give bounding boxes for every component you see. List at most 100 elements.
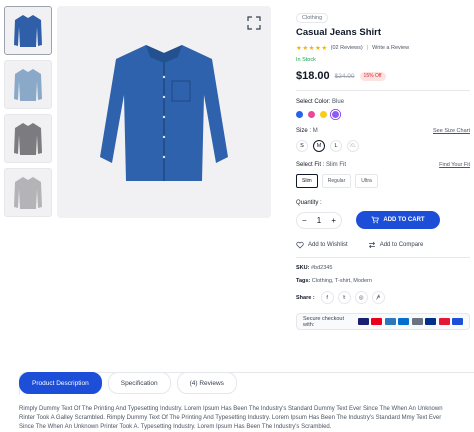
fit-option-regular[interactable]: Regular: [321, 174, 352, 188]
color-swatch-pink[interactable]: [308, 111, 315, 118]
shirt-icon: [14, 122, 42, 155]
fit-options: Slim Regular Ultra: [296, 174, 470, 188]
facebook-icon[interactable]: f: [320, 291, 334, 304]
decrement-button[interactable]: −: [302, 216, 307, 225]
tab-product-description[interactable]: Product Description: [19, 372, 102, 394]
checkout-label: Secure checkout with:: [303, 315, 344, 328]
size-label: Size :: [296, 128, 312, 134]
payment-icons: [355, 318, 463, 325]
unionpay-icon: [438, 318, 450, 325]
description-line: Since The When An Unknown Printer Took A…: [19, 424, 332, 430]
size-option-m[interactable]: M: [313, 140, 325, 152]
discount-badge: 15% Off: [359, 71, 386, 81]
review-count[interactable]: (02 Reviews): [331, 45, 363, 51]
share-row: Share : f 𝕥 ◎ 𝓅: [296, 291, 470, 304]
category-badge[interactable]: Clothing: [296, 13, 329, 23]
thumbnail-list: [4, 6, 52, 222]
paypal-icon: [425, 318, 436, 325]
rating-row: ★ ★ ★ ★ ★ (02 Reviews) | Write a Review: [296, 44, 470, 52]
size-option-s[interactable]: S: [296, 140, 308, 152]
shirt-icon: [14, 176, 42, 209]
secondary-actions: Add to Wishlist Add to Compare: [296, 241, 470, 249]
add-to-cart-button[interactable]: ADD TO CART: [356, 211, 440, 229]
divider: [296, 90, 470, 91]
fit-label-row: Select Fit : Slim Fit Find Your Fit: [296, 162, 470, 168]
sku-row: SKU: #bd2345: [296, 265, 470, 271]
size-chart-link[interactable]: See Size Chart: [433, 128, 470, 134]
compare-button[interactable]: Add to Compare: [368, 241, 424, 249]
thumbnail-4[interactable]: [4, 168, 52, 217]
size-option-xl[interactable]: XL: [347, 140, 359, 152]
product-main-image: [57, 6, 271, 218]
size-value: M: [312, 128, 318, 134]
color-swatch-blue[interactable]: [296, 111, 303, 118]
fit-option-ultra[interactable]: Ultra: [355, 174, 378, 188]
shirt-icon: [14, 14, 42, 47]
quantity-value[interactable]: 1: [317, 216, 321, 225]
fit-label: Select Fit :: [296, 162, 325, 168]
add-to-cart-label: ADD TO CART: [383, 217, 425, 223]
instagram-icon[interactable]: ◎: [354, 291, 368, 304]
write-review-link[interactable]: Write a Review: [372, 45, 409, 51]
pinterest-icon[interactable]: 𝓅: [371, 291, 385, 304]
star-icon: ★: [302, 45, 309, 52]
color-swatch-yellow[interactable]: [320, 111, 327, 118]
expand-icon[interactable]: [247, 16, 261, 30]
heart-icon: [296, 241, 304, 249]
price: $18.00: [296, 70, 330, 82]
cart-icon: [371, 216, 380, 224]
secure-checkout-box: Secure checkout with:: [296, 313, 470, 330]
divider: [296, 257, 470, 258]
description-text: Rimply Dummy Text Of The Printing And Ty…: [19, 405, 474, 432]
quantity-row: − 1 + ADD TO CART: [296, 211, 470, 229]
color-swatch-purple[interactable]: [332, 111, 339, 118]
tab-specification[interactable]: Specification: [107, 372, 171, 394]
description-line: Rinter Took A Galley Scrambled. Rimply D…: [19, 415, 442, 421]
fit-value: Slim Fit: [326, 162, 347, 168]
twitter-icon[interactable]: 𝕥: [337, 291, 351, 304]
thumbnail-2[interactable]: [4, 60, 52, 109]
mastercard-icon: [371, 318, 382, 325]
price-row: $18.00 $24.00 15% Off: [296, 70, 470, 82]
star-icon: ★: [296, 45, 302, 52]
sku-label: SKU:: [296, 265, 310, 271]
separator: |: [366, 45, 369, 51]
star-icon: ★: [321, 45, 328, 52]
description-line: Rimply Dummy Text Of The Printing And Ty…: [19, 406, 443, 412]
jcb-icon: [452, 318, 463, 325]
compare-icon: [368, 241, 375, 249]
thumbnail-3[interactable]: [4, 114, 52, 163]
visa-icon: [357, 318, 369, 325]
quantity-stepper: − 1 +: [296, 211, 342, 229]
color-label: Select Color:: [296, 99, 331, 105]
thumbnail-1[interactable]: [4, 6, 52, 55]
increment-button[interactable]: +: [331, 216, 336, 225]
star-icon: ★: [308, 45, 315, 52]
discover-icon: [411, 318, 423, 325]
shirt-icon: [14, 68, 42, 101]
share-label: Share :: [296, 294, 315, 301]
size-options: S M L XL: [296, 140, 470, 152]
old-price: $24.00: [334, 72, 355, 80]
tags-value: Clothing, T-shirt, Modern: [311, 278, 372, 284]
color-label-row: Select Color: Blue: [296, 99, 470, 105]
find-fit-link[interactable]: Find Your Fit: [439, 162, 470, 168]
product-tabs: Product Description Specification (4) Re…: [19, 372, 243, 394]
tags-label: Tags:: [296, 278, 311, 284]
tags-row: Tags: Clothing, T-shirt, Modern: [296, 278, 470, 284]
size-option-l[interactable]: L: [330, 140, 342, 152]
diners-icon: [398, 318, 409, 325]
compare-label: Add to Compare: [379, 242, 424, 248]
star-icon: ★: [314, 45, 321, 52]
stock-status: In Stock: [296, 57, 316, 63]
color-options: [296, 111, 470, 118]
tab-reviews[interactable]: (4) Reviews: [176, 372, 237, 394]
product-info: Clothing Casual Jeans Shirt ★ ★ ★ ★ ★ (0…: [296, 6, 470, 330]
fit-option-slim[interactable]: Slim: [296, 174, 318, 188]
size-label-row: Size : M See Size Chart: [296, 128, 470, 134]
shirt-image: [100, 45, 228, 181]
wishlist-button[interactable]: Add to Wishlist: [296, 241, 348, 249]
product-title: Casual Jeans Shirt: [296, 27, 382, 38]
amex-icon: [384, 318, 396, 325]
quantity-label: Quantity :: [296, 200, 322, 206]
